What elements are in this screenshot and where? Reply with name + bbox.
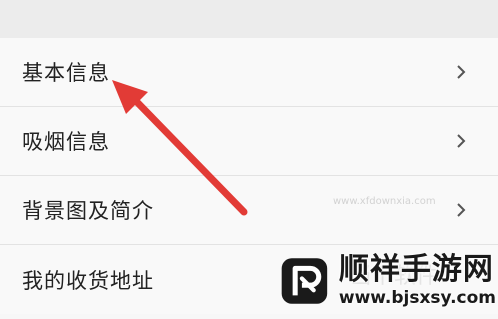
faint-watermark-url: www.xfdownxia.com — [333, 196, 436, 207]
brand-url: www.bjsxsy.com — [338, 288, 496, 308]
menu-item-basic-info[interactable]: 基本信息 — [0, 38, 498, 107]
menu-item-label: 吸烟信息 — [22, 130, 110, 154]
menu-item-label: 背景图及简介 — [22, 199, 154, 223]
brand-logo-icon — [281, 258, 328, 304]
menu-item-label: 我的收货地址 — [22, 268, 154, 293]
chevron-right-icon — [452, 63, 470, 81]
chevron-right-icon — [452, 132, 470, 150]
menu-item-smoking-info[interactable]: 吸烟信息 — [0, 107, 498, 176]
brand-name: 顺祥手游网 — [338, 252, 494, 287]
menu-item-background-intro[interactable]: 背景图及简介 — [0, 176, 498, 245]
menu-item-label: 基本信息 — [22, 61, 110, 85]
chevron-right-icon — [452, 201, 470, 219]
brand-watermark: 顺祥手游网 www.bjsxsy.com — [280, 244, 496, 318]
top-header-band — [0, 0, 498, 38]
